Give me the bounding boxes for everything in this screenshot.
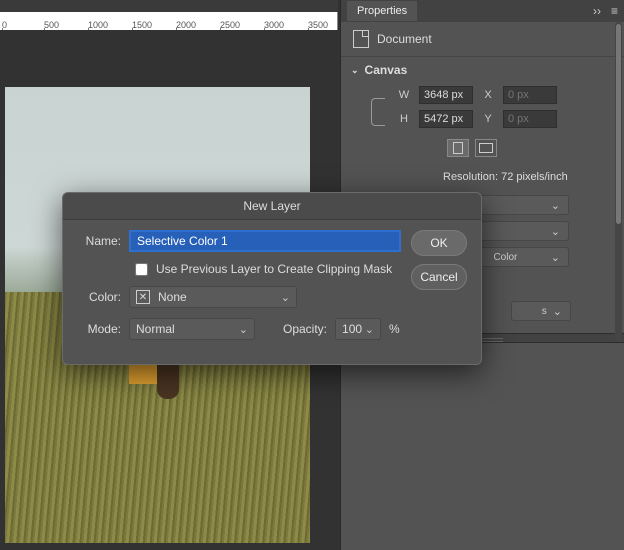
ruler-tick: 1500 <box>132 20 152 30</box>
ruler-tick: 3000 <box>264 20 284 30</box>
color-dropdown-label: Color <box>493 252 517 263</box>
chevron-down-icon: ⌄ <box>351 65 359 76</box>
document-row: Document <box>341 22 624 57</box>
landscape-button[interactable] <box>475 139 497 157</box>
canvas-section-header[interactable]: ⌄ Canvas <box>341 57 624 83</box>
panel-scrollbar[interactable] <box>615 22 622 342</box>
clipping-mask-label: Use Previous Layer to Create Clipping Ma… <box>156 262 392 276</box>
y-label: Y <box>481 113 495 125</box>
properties-tab[interactable]: Properties <box>347 1 417 21</box>
ruler-tick: 2000 <box>176 20 196 30</box>
portrait-button[interactable] <box>447 139 469 157</box>
color-select[interactable]: ✕ None <box>129 286 297 308</box>
link-dimensions-icon[interactable] <box>371 98 385 126</box>
mode-label: Mode: <box>77 322 121 336</box>
horizontal-ruler: 0 500 1000 1500 2000 2500 3000 3500 <box>0 12 338 30</box>
document-icon <box>353 30 369 48</box>
scrollbar-thumb[interactable] <box>616 24 621 224</box>
opacity-unit: % <box>389 322 400 336</box>
orientation-group <box>341 131 624 165</box>
height-input[interactable] <box>419 110 473 128</box>
ok-button[interactable]: OK <box>411 230 467 256</box>
mode-select[interactable]: Normal <box>129 318 255 340</box>
opacity-value: 100 <box>342 322 362 336</box>
width-input[interactable] <box>419 86 473 104</box>
color-value: None <box>158 290 187 304</box>
opacity-select[interactable]: 100 <box>335 318 381 340</box>
opacity-label: Opacity: <box>283 322 327 336</box>
canvas-section-label: Canvas <box>365 63 408 77</box>
x-label: X <box>481 89 495 101</box>
collapse-icon[interactable]: ›› <box>593 4 601 18</box>
tab-bar <box>0 0 338 12</box>
y-input[interactable] <box>503 110 557 128</box>
cancel-button[interactable]: Cancel <box>411 264 467 290</box>
clipping-mask-checkbox[interactable] <box>135 263 148 276</box>
ruler-tick: 500 <box>44 20 59 30</box>
ruler-tick: 2500 <box>220 20 240 30</box>
color-label: Color: <box>77 290 121 304</box>
new-layer-dialog: New Layer OK Cancel Name: Use Previous L… <box>62 192 482 365</box>
ruler-tick: 0 <box>2 20 7 30</box>
dialog-title: New Layer <box>63 193 481 220</box>
short-dropdown[interactable]: s <box>511 301 571 321</box>
ruler-tick: 1000 <box>88 20 108 30</box>
mode-value: Normal <box>136 322 175 336</box>
panel-header: Properties ›› ≡ <box>341 0 624 22</box>
name-label: Name: <box>77 234 121 248</box>
layer-name-input[interactable] <box>129 230 401 252</box>
height-label: H <box>397 113 411 125</box>
document-label: Document <box>377 32 432 46</box>
ruler-tick: 3500 <box>308 20 328 30</box>
none-swatch-icon: ✕ <box>136 290 150 304</box>
panel-menu-icon[interactable]: ≡ <box>611 4 618 18</box>
width-label: W <box>397 89 411 101</box>
resolution-readout: Resolution: 72 pixels/inch <box>341 165 624 189</box>
x-input[interactable] <box>503 86 557 104</box>
